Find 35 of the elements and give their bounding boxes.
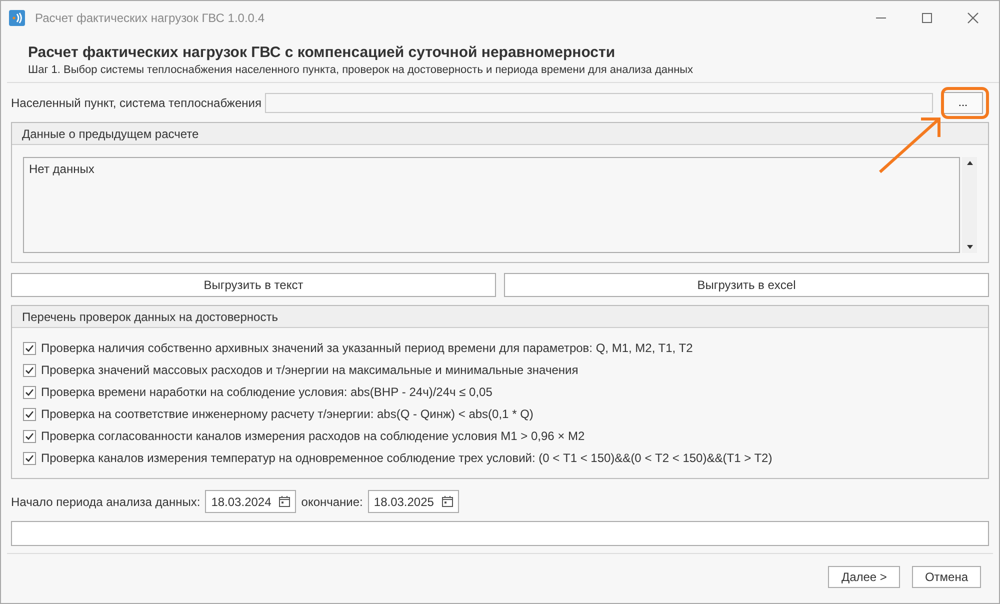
calendar-icon[interactable] <box>442 496 453 507</box>
check-label: Проверка наличия собственно архивных значений за указанный период времени для параметров: Q, M1, M2, T1, T2 <box>41 341 693 355</box>
export-button[interactable]: Выгрузить в excel <box>504 273 989 297</box>
check-label: Проверка на соответствие инженерному расчету т/энергии: abs(Q - Qинж) < abs(0,1 * Q) <box>41 407 534 421</box>
check-label: Проверка согласованности каналов измерения расходов на соблюдение условия M1 > 0,96 × M2 <box>41 429 585 443</box>
export-button[interactable]: Выгрузить в текст <box>11 273 496 297</box>
checkbox[interactable] <box>23 452 36 464</box>
system-field[interactable] <box>265 93 933 113</box>
end-date-field[interactable]: 18.03.2025 <box>368 490 459 513</box>
start-date-label: Начало периода анализа данных: <box>11 494 200 508</box>
maximize-icon[interactable] <box>921 12 933 24</box>
checkbox[interactable] <box>23 364 36 376</box>
scrollbar[interactable] <box>962 157 977 253</box>
check-label: Проверка каналов измерения температур на одновременное соблюдение трех условий: (0 < T1 < 150)&&(0 < T2 < 150)&&(T1 > T2) <box>41 451 772 465</box>
next-button[interactable]: Далее > <box>828 566 900 588</box>
app-icon <box>9 10 25 26</box>
page-subtitle: Шаг 1. Выбор системы теплоснабжения населенного пункта, проверок на достоверность и периода времени для анализа данных <box>28 64 694 76</box>
close-icon[interactable] <box>967 12 979 24</box>
panel-header: Перечень проверок данных на достоверность <box>12 306 988 328</box>
browse-button[interactable]: ... <box>943 92 983 114</box>
cancel-button[interactable]: Отмена <box>912 566 981 588</box>
panel-header: Данные о предыдущем расчете <box>12 123 988 145</box>
window-title: Расчет фактических нагрузок ГВС 1.0.0.4 <box>35 11 264 25</box>
field-label: Населенный пункт, система теплоснабжения <box>11 96 262 110</box>
end-date-label: окончание: <box>301 494 363 508</box>
checkbox[interactable] <box>23 342 36 354</box>
result-text-area[interactable]: Нет данных <box>23 157 960 253</box>
checkbox[interactable] <box>23 430 36 442</box>
start-date-field[interactable]: 18.03.2024 <box>205 490 296 513</box>
checkbox[interactable] <box>23 408 36 420</box>
checkbox[interactable] <box>23 386 36 398</box>
page-title: Расчет фактических нагрузок ГВС с компенсацией суточной неравномерности <box>28 44 616 61</box>
check-label: Проверка значений массовых расходов и т/энергии на максимальные и минимальные значения <box>41 363 578 377</box>
calendar-icon[interactable] <box>279 496 290 507</box>
check-label: Проверка времени наработки на соблюдение условия: abs(ВНР - 24ч)/24ч ≤ 0,05 <box>41 385 492 399</box>
